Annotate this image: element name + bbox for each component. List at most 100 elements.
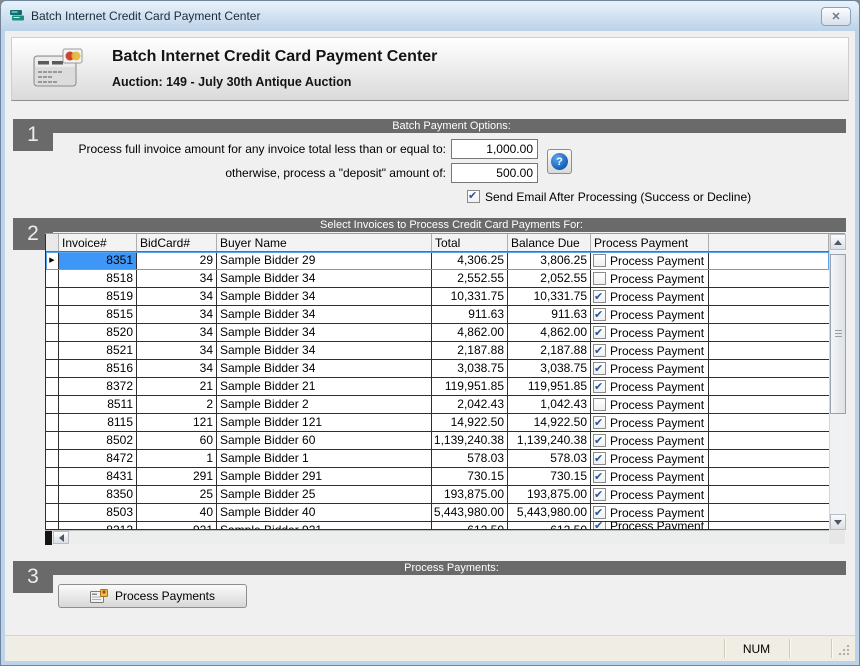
email-option[interactable]: Send Email After Processing (Success or …: [467, 190, 751, 204]
process-payment-checkbox[interactable]: [593, 470, 606, 483]
process-payment-checkbox[interactable]: [593, 308, 606, 321]
process-payment-cell[interactable]: Process Payment: [591, 252, 709, 269]
process-payment-checkbox[interactable]: [593, 506, 606, 519]
splitter-handle[interactable]: [45, 531, 52, 545]
close-button[interactable]: ✕: [821, 7, 851, 26]
row-selector[interactable]: [46, 270, 59, 287]
process-payment-cell[interactable]: Process Payment: [591, 414, 709, 431]
process-payment-checkbox[interactable]: [593, 272, 606, 285]
table-row[interactable]: 85112Sample Bidder 22,042.431,042.43Proc…: [46, 396, 829, 414]
process-payment-cell[interactable]: Process Payment: [591, 342, 709, 359]
process-payment-cell[interactable]: Process Payment: [591, 432, 709, 449]
help-button[interactable]: ?: [547, 149, 572, 174]
total-cell: 14,922.50: [432, 414, 508, 431]
process-payment-cell[interactable]: Process Payment: [591, 306, 709, 323]
table-row[interactable]: 852134Sample Bidder 342,187.882,187.88Pr…: [46, 342, 829, 360]
process-payment-checkbox[interactable]: [593, 416, 606, 429]
process-payment-checkbox[interactable]: [593, 380, 606, 393]
process-payment-cell[interactable]: Process Payment: [591, 378, 709, 395]
vertical-scroll-thumb[interactable]: [830, 254, 846, 414]
process-payment-checkbox[interactable]: [593, 398, 606, 411]
process-payment-checkbox[interactable]: [593, 488, 606, 501]
process-payment-cell[interactable]: Process Payment: [591, 360, 709, 377]
row-selector[interactable]: [46, 486, 59, 503]
bidcard-cell: 25: [137, 486, 217, 503]
row-selector[interactable]: [46, 504, 59, 521]
process-payment-checkbox[interactable]: [593, 326, 606, 339]
scroll-left-button[interactable]: [53, 531, 69, 544]
row-selector[interactable]: ▶: [46, 252, 59, 269]
process-payment-checkbox[interactable]: [593, 452, 606, 465]
process-payment-cell[interactable]: Process Payment: [591, 288, 709, 305]
process-payment-checkbox[interactable]: [593, 362, 606, 375]
deposit-input[interactable]: [451, 163, 538, 183]
table-row[interactable]: ▶835129Sample Bidder 294,306.253,806.25P…: [46, 252, 829, 270]
filler-cell: [709, 450, 829, 467]
table-row[interactable]: 851834Sample Bidder 342,552.552,052.55Pr…: [46, 270, 829, 288]
process-payment-checkbox[interactable]: [593, 344, 606, 357]
buyer-name-cell: Sample Bidder 60: [217, 432, 432, 449]
resize-grip[interactable]: [847, 645, 849, 647]
horizontal-scrollbar[interactable]: [45, 530, 829, 544]
scroll-up-button[interactable]: [830, 234, 846, 250]
process-payment-cell[interactable]: Process Payment: [591, 270, 709, 287]
process-payment-cell[interactable]: Process Payment: [591, 522, 709, 529]
process-payments-button[interactable]: Process Payments: [58, 584, 247, 608]
buyer-name-cell: Sample Bidder 34: [217, 288, 432, 305]
scroll-down-button[interactable]: [830, 514, 846, 530]
table-row[interactable]: 850340Sample Bidder 405,443,980.005,443,…: [46, 504, 829, 522]
table-row[interactable]: 851534Sample Bidder 34911.63911.63Proces…: [46, 306, 829, 324]
table-row[interactable]: 835025Sample Bidder 25193,875.00193,875.…: [46, 486, 829, 504]
titlebar[interactable]: Batch Internet Credit Card Payment Cente…: [1, 1, 859, 31]
row-selector[interactable]: [46, 396, 59, 413]
row-selector[interactable]: [46, 360, 59, 377]
process-payment-cell[interactable]: Process Payment: [591, 450, 709, 467]
row-selector[interactable]: [46, 450, 59, 467]
table-row[interactable]: 851934Sample Bidder 3410,331.7510,331.75…: [46, 288, 829, 306]
process-payment-cell[interactable]: Process Payment: [591, 504, 709, 521]
header-process-payment[interactable]: Process Payment: [591, 234, 709, 251]
header-invoice[interactable]: Invoice#: [59, 234, 137, 251]
process-payment-checkbox[interactable]: [593, 434, 606, 447]
process-payment-cell[interactable]: Process Payment: [591, 396, 709, 413]
row-selector[interactable]: [46, 324, 59, 341]
header-buyer-name[interactable]: Buyer Name: [217, 234, 432, 251]
table-row[interactable]: 851634Sample Bidder 343,038.753,038.75Pr…: [46, 360, 829, 378]
balance-due-cell: 578.03: [508, 450, 591, 467]
row-selector[interactable]: [46, 522, 59, 529]
section1-bar: Batch Payment Options:: [13, 119, 846, 133]
header-bidcard[interactable]: BidCard#: [137, 234, 217, 251]
total-cell: 3,038.75: [432, 360, 508, 377]
process-payment-checkbox[interactable]: [593, 522, 606, 529]
process-payment-cell[interactable]: Process Payment: [591, 486, 709, 503]
total-cell: 10,331.75: [432, 288, 508, 305]
row-selector[interactable]: [46, 432, 59, 449]
buyer-name-cell: Sample Bidder 40: [217, 504, 432, 521]
row-selector[interactable]: [46, 414, 59, 431]
header-balance-due[interactable]: Balance Due: [508, 234, 591, 251]
email-checkbox[interactable]: [467, 190, 480, 203]
process-payment-checkbox[interactable]: [593, 254, 606, 267]
row-selector[interactable]: [46, 306, 59, 323]
balance-due-cell: 1,139,240.38: [508, 432, 591, 449]
row-selector[interactable]: [46, 468, 59, 485]
full-amount-input[interactable]: [451, 139, 538, 159]
table-row[interactable]: 84721Sample Bidder 1578.03578.03Process …: [46, 450, 829, 468]
header-total[interactable]: Total: [432, 234, 508, 251]
process-payment-cell[interactable]: Process Payment: [591, 468, 709, 485]
table-row[interactable]: 837221Sample Bidder 21119,951.85119,951.…: [46, 378, 829, 396]
table-row[interactable]: 8431291Sample Bidder 291730.15730.15Proc…: [46, 468, 829, 486]
process-payment-label: Process Payment: [610, 469, 704, 485]
process-payment-label: Process Payment: [610, 397, 704, 413]
row-selector[interactable]: [46, 342, 59, 359]
table-row[interactable]: 850260Sample Bidder 601,139,240.381,139,…: [46, 432, 829, 450]
invoice-cell: 8431: [59, 468, 137, 485]
vertical-scrollbar[interactable]: [829, 234, 845, 530]
row-selector[interactable]: [46, 288, 59, 305]
process-payment-cell[interactable]: Process Payment: [591, 324, 709, 341]
row-selector[interactable]: [46, 378, 59, 395]
table-row[interactable]: 852034Sample Bidder 344,862.004,862.00Pr…: [46, 324, 829, 342]
process-payment-checkbox[interactable]: [593, 290, 606, 303]
table-row[interactable]: 8212921Sample Bidder 921612.50612.50Proc…: [46, 522, 829, 530]
table-row[interactable]: 8115121Sample Bidder 12114,922.5014,922.…: [46, 414, 829, 432]
